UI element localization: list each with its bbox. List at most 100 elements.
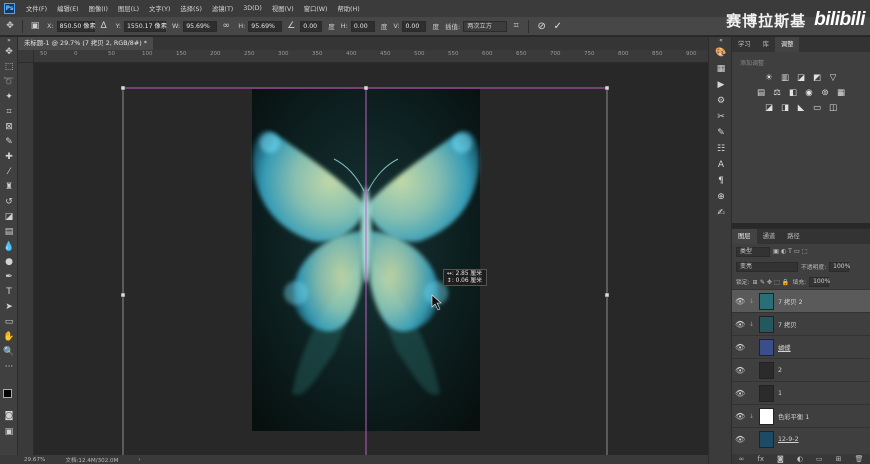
curves-icon[interactable]: ◪ xyxy=(796,73,807,84)
healing-brush-tool-icon[interactable]: ✚ xyxy=(0,150,18,165)
interpolation-select[interactable]: 两次立方 xyxy=(463,20,508,32)
visibility-eye-icon[interactable]: 👁 xyxy=(735,412,745,421)
brush-settings-icon[interactable]: ✂ xyxy=(709,109,733,125)
vibrance-icon[interactable]: ▽ xyxy=(828,73,839,84)
reference-point-icon[interactable]: ▣ xyxy=(29,20,41,32)
color-panel-icon[interactable]: 🎨 xyxy=(709,45,733,61)
eyedropper-tool-icon[interactable]: ✎ xyxy=(0,135,18,150)
threshold-icon[interactable]: ◣ xyxy=(796,103,807,114)
menu-file[interactable]: 文件(F) xyxy=(21,4,52,13)
transform-handle-top-right[interactable] xyxy=(604,85,610,91)
layer-thumbnail[interactable] xyxy=(759,407,774,425)
tab-libraries[interactable]: 库 xyxy=(757,37,775,52)
document-tab[interactable]: 未标题-1 @ 29.7% (7 拷贝 2, RGB/8#) * xyxy=(18,37,153,50)
hand-tool-icon[interactable]: ✋ xyxy=(0,330,18,345)
panel-collapse-icon[interactable]: « xyxy=(709,37,733,45)
blend-mode-select[interactable]: 变亮 xyxy=(736,261,798,272)
color-lookup-icon[interactable]: ▦ xyxy=(836,88,847,99)
brush-tool-icon[interactable]: ⁄ xyxy=(0,165,18,180)
menu-filter[interactable]: 滤镜(T) xyxy=(207,4,238,13)
layer-thumbnail[interactable] xyxy=(759,361,774,379)
tab-paths[interactable]: 路径 xyxy=(781,229,806,244)
visibility-eye-icon[interactable]: 👁 xyxy=(735,343,745,352)
menu-3d[interactable]: 3D(D) xyxy=(238,5,267,12)
styles-panel-icon[interactable]: ⊕ xyxy=(709,189,733,205)
layer-name[interactable]: 7 拷贝 xyxy=(778,320,797,329)
layer-thumbnail[interactable] xyxy=(759,384,774,402)
menu-image[interactable]: 图像(I) xyxy=(84,4,113,13)
blur-tool-icon[interactable]: 💧 xyxy=(0,240,18,255)
hskew-input[interactable]: 0.00 xyxy=(350,20,375,32)
channel-mixer-icon[interactable]: ⊚ xyxy=(820,88,831,99)
width-input[interactable]: 95.69% xyxy=(183,20,218,32)
path-selection-tool-icon[interactable]: ➤ xyxy=(0,300,18,315)
paragraph-panel-icon[interactable]: ¶ xyxy=(709,173,733,189)
menu-type[interactable]: 文字(Y) xyxy=(144,4,175,13)
stamp-icon[interactable]: ✍ xyxy=(709,205,733,221)
foreground-color-swatch[interactable] xyxy=(3,389,12,398)
add-mask-icon[interactable]: ◙ xyxy=(777,455,784,463)
black-white-icon[interactable]: ◧ xyxy=(788,88,799,99)
layer-thumbnail[interactable] xyxy=(759,315,774,333)
menu-window[interactable]: 窗口(W) xyxy=(299,4,333,13)
layer-thumbnail[interactable] xyxy=(759,430,774,448)
height-input[interactable]: 95.69% xyxy=(248,20,283,32)
swatches-panel-icon[interactable]: ▦ xyxy=(709,61,733,77)
y-input[interactable]: 1550.17 像素 xyxy=(123,20,167,32)
layer-row[interactable]: 👁 2 xyxy=(732,358,870,381)
marquee-tool-icon[interactable]: ⬚ xyxy=(0,60,18,75)
crop-tool-icon[interactable]: ⌗ xyxy=(0,105,18,120)
invert-icon[interactable]: ◪ xyxy=(764,103,775,114)
transform-handle-middle-left[interactable] xyxy=(120,292,126,298)
eraser-tool-icon[interactable]: ◪ xyxy=(0,210,18,225)
filter-icons[interactable]: ▣ ◐ T ▭ ⬚ xyxy=(773,248,808,255)
layer-name[interactable]: 色彩平衡 1 xyxy=(778,412,809,421)
commit-transform-icon[interactable]: ✓ xyxy=(551,20,564,33)
document-size[interactable]: 文档:12.4M/302.0M xyxy=(65,456,118,464)
exposure-icon[interactable]: ◩ xyxy=(812,73,823,84)
screen-mode-icon[interactable]: ▣ xyxy=(0,425,18,440)
history-brush-tool-icon[interactable]: ↺ xyxy=(0,195,18,210)
ruler-origin[interactable] xyxy=(18,50,34,63)
adjust-sliders-icon[interactable]: ☷ xyxy=(709,141,733,157)
zoom-tool-icon[interactable]: 🔍 xyxy=(0,345,18,360)
new-layer-icon[interactable]: ⊞ xyxy=(836,455,842,463)
menu-help[interactable]: 帮助(H) xyxy=(332,4,364,13)
type-tool-icon[interactable]: T xyxy=(0,285,18,300)
vertical-ruler[interactable] xyxy=(18,63,34,455)
layer-name[interactable]: 蝴蝶 xyxy=(778,343,791,352)
cancel-transform-icon[interactable]: ⊘ xyxy=(535,20,548,33)
layer-style-icon[interactable]: fx xyxy=(757,455,764,463)
visibility-eye-icon[interactable]: 👁 xyxy=(735,320,745,329)
canvas-area[interactable]: ↔: 2.85 厘米 ↕: 0.06 厘米 xyxy=(34,63,708,455)
edit-toolbar-icon[interactable]: ··· xyxy=(0,360,18,375)
lock-icons[interactable]: ⊞ ✎ ✥ ⬚ 🔒 xyxy=(753,278,790,286)
tab-layers[interactable]: 图层 xyxy=(732,229,757,244)
new-group-icon[interactable]: ▭ xyxy=(816,455,823,463)
levels-icon[interactable]: ▥ xyxy=(780,73,791,84)
transform-handle-top-left[interactable] xyxy=(120,85,126,91)
visibility-eye-icon[interactable]: 👁 xyxy=(735,435,745,444)
visibility-eye-icon[interactable]: 👁 xyxy=(735,389,745,398)
status-arrow-icon[interactable]: › xyxy=(138,457,140,463)
gradient-tool-icon[interactable]: ▤ xyxy=(0,225,18,240)
shape-tool-icon[interactable]: ▭ xyxy=(0,315,18,330)
actions-panel-icon[interactable]: ▶ xyxy=(709,77,733,93)
layer-row[interactable]: 👁 蝴蝶 xyxy=(732,335,870,358)
brightness-contrast-icon[interactable]: ☀ xyxy=(764,73,775,84)
clone-stamp-tool-icon[interactable]: ♜ xyxy=(0,180,18,195)
layer-thumbnail[interactable] xyxy=(759,292,774,310)
character-panel-icon[interactable]: A xyxy=(709,157,733,173)
layer-name[interactable]: 2 xyxy=(778,367,782,374)
warp-icon[interactable]: ⌗ xyxy=(510,20,522,32)
lasso-tool-icon[interactable]: ➰ xyxy=(0,75,18,90)
menu-layer[interactable]: 图层(L) xyxy=(113,4,144,13)
menu-select[interactable]: 选择(S) xyxy=(175,4,207,13)
dodge-tool-icon[interactable]: ● xyxy=(0,255,18,270)
layer-kind-filter[interactable]: 类型 xyxy=(736,246,770,257)
panel-collapse-icon[interactable]: » xyxy=(0,37,18,45)
color-balance-icon[interactable]: ⚖ xyxy=(772,88,783,99)
photo-filter-icon[interactable]: ◉ xyxy=(804,88,815,99)
layer-name[interactable]: 12-9-2 xyxy=(778,436,799,443)
gradient-map-icon[interactable]: ▭ xyxy=(812,103,823,114)
